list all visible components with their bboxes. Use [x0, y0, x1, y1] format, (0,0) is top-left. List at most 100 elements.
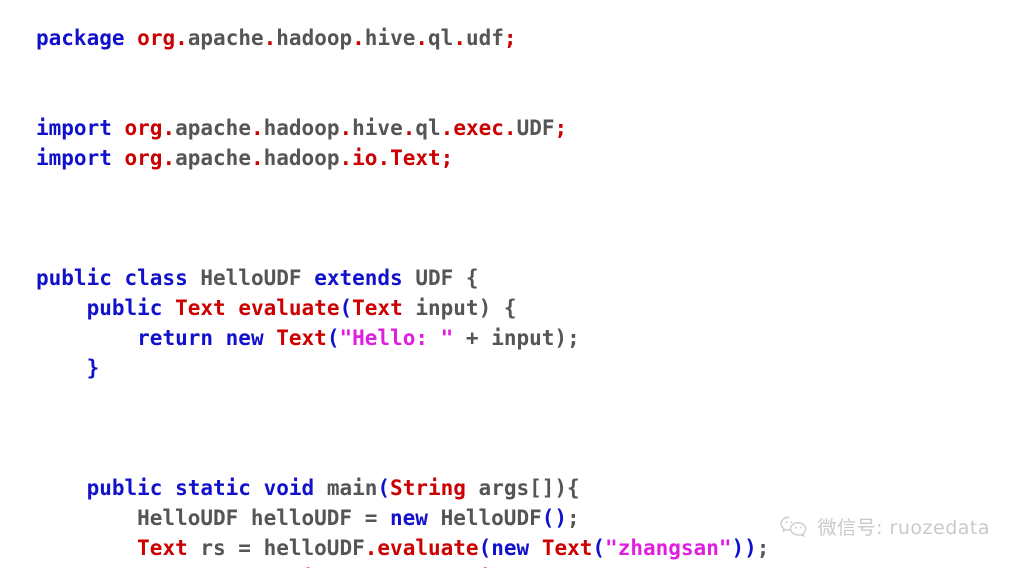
code-token: public class [36, 266, 188, 290]
code-token: import [36, 116, 112, 140]
code-token: return new [137, 326, 264, 350]
code-token: import [36, 146, 112, 170]
code-token: hive [364, 26, 416, 50]
code-line: System.out.println(rs.toString()); [36, 563, 996, 568]
code-block: package org.apache.hadoop.hive.ql.udf; i… [36, 23, 996, 568]
code-token: ; [440, 146, 454, 170]
code-token: ( [326, 326, 340, 350]
code-token: public [86, 296, 163, 320]
code-token: . [453, 26, 466, 50]
code-token: hadoop [263, 116, 340, 140]
code-token: . [250, 146, 264, 170]
code-line: public static void main(String args[]){ [36, 473, 996, 503]
code-token: . [503, 116, 517, 140]
code-token: org [137, 26, 176, 50]
code-token: hadoop [263, 146, 340, 170]
code-token: rs = helloUDF [187, 536, 365, 560]
code-token: . [162, 116, 176, 140]
code-line: return new Text("Hello: " + input); [36, 323, 996, 353]
code-token: . [339, 116, 353, 140]
code-token: . [440, 116, 454, 140]
code-token: . [364, 536, 378, 560]
code-token: )) [731, 536, 757, 560]
code-token: hadoop [276, 26, 353, 50]
code-token: . [250, 116, 264, 140]
code-token: . [263, 26, 277, 50]
code-token: Text [175, 296, 226, 320]
watermark-text: 微信号: ruozedata [817, 517, 990, 539]
code-line: public class HelloUDF extends UDF { [36, 263, 996, 293]
code-token: "Hello: " [339, 326, 454, 350]
code-token: ( [377, 476, 391, 500]
code-token: . [377, 146, 391, 170]
code-token: UDF [516, 116, 555, 140]
code-token: ( [339, 296, 353, 320]
code-token: new [491, 536, 530, 560]
code-line: import org.apache.hadoop.io.Text; [36, 143, 996, 173]
code-token: } [86, 356, 100, 380]
wechat-icon [779, 515, 809, 539]
code-token: extends [314, 266, 403, 290]
slide-canvas: package org.apache.hadoop.hive.ql.udf; i… [0, 0, 1012, 568]
code-token: + input); [453, 326, 580, 350]
code-line: public Text evaluate(Text input) { [36, 293, 996, 323]
code-token: . [339, 146, 353, 170]
code-token: apache [175, 116, 251, 140]
code-token: Text [390, 146, 441, 170]
code-token: HelloUDF helloUDF = [36, 506, 391, 530]
code-line: } [36, 353, 996, 383]
code-token: Text [541, 536, 593, 560]
code-token: ( [592, 536, 606, 560]
code-token: io [352, 146, 378, 170]
code-token: ql [428, 26, 454, 50]
code-token: HelloUDF [427, 506, 542, 530]
code-token: exec [453, 116, 504, 140]
code-token: apache [175, 146, 251, 170]
code-token: UDF { [402, 266, 479, 290]
watermark: 微信号: ruozedata [779, 513, 990, 540]
code-token: main [326, 476, 378, 500]
code-token: () [541, 506, 568, 530]
code-token: ql [415, 116, 441, 140]
code-token: . [162, 146, 176, 170]
code-token: args[]){ [465, 476, 580, 500]
code-token: evaluate [238, 296, 340, 320]
code-token: . [402, 116, 416, 140]
code-token: udf [465, 26, 504, 50]
code-token: . [175, 26, 188, 50]
code-line: package org.apache.hadoop.hive.ql.udf; [36, 23, 996, 53]
code-token: Text [276, 326, 327, 350]
code-token: ; [554, 116, 568, 140]
code-token: String [390, 476, 466, 500]
code-token: org [124, 116, 163, 140]
code-token: ; [567, 506, 580, 530]
code-token: public static void [86, 476, 315, 500]
code-token: HelloUDF [200, 266, 302, 290]
code-token: . [352, 26, 365, 50]
code-token: apache [187, 26, 264, 50]
code-token: evaluate [377, 536, 479, 560]
